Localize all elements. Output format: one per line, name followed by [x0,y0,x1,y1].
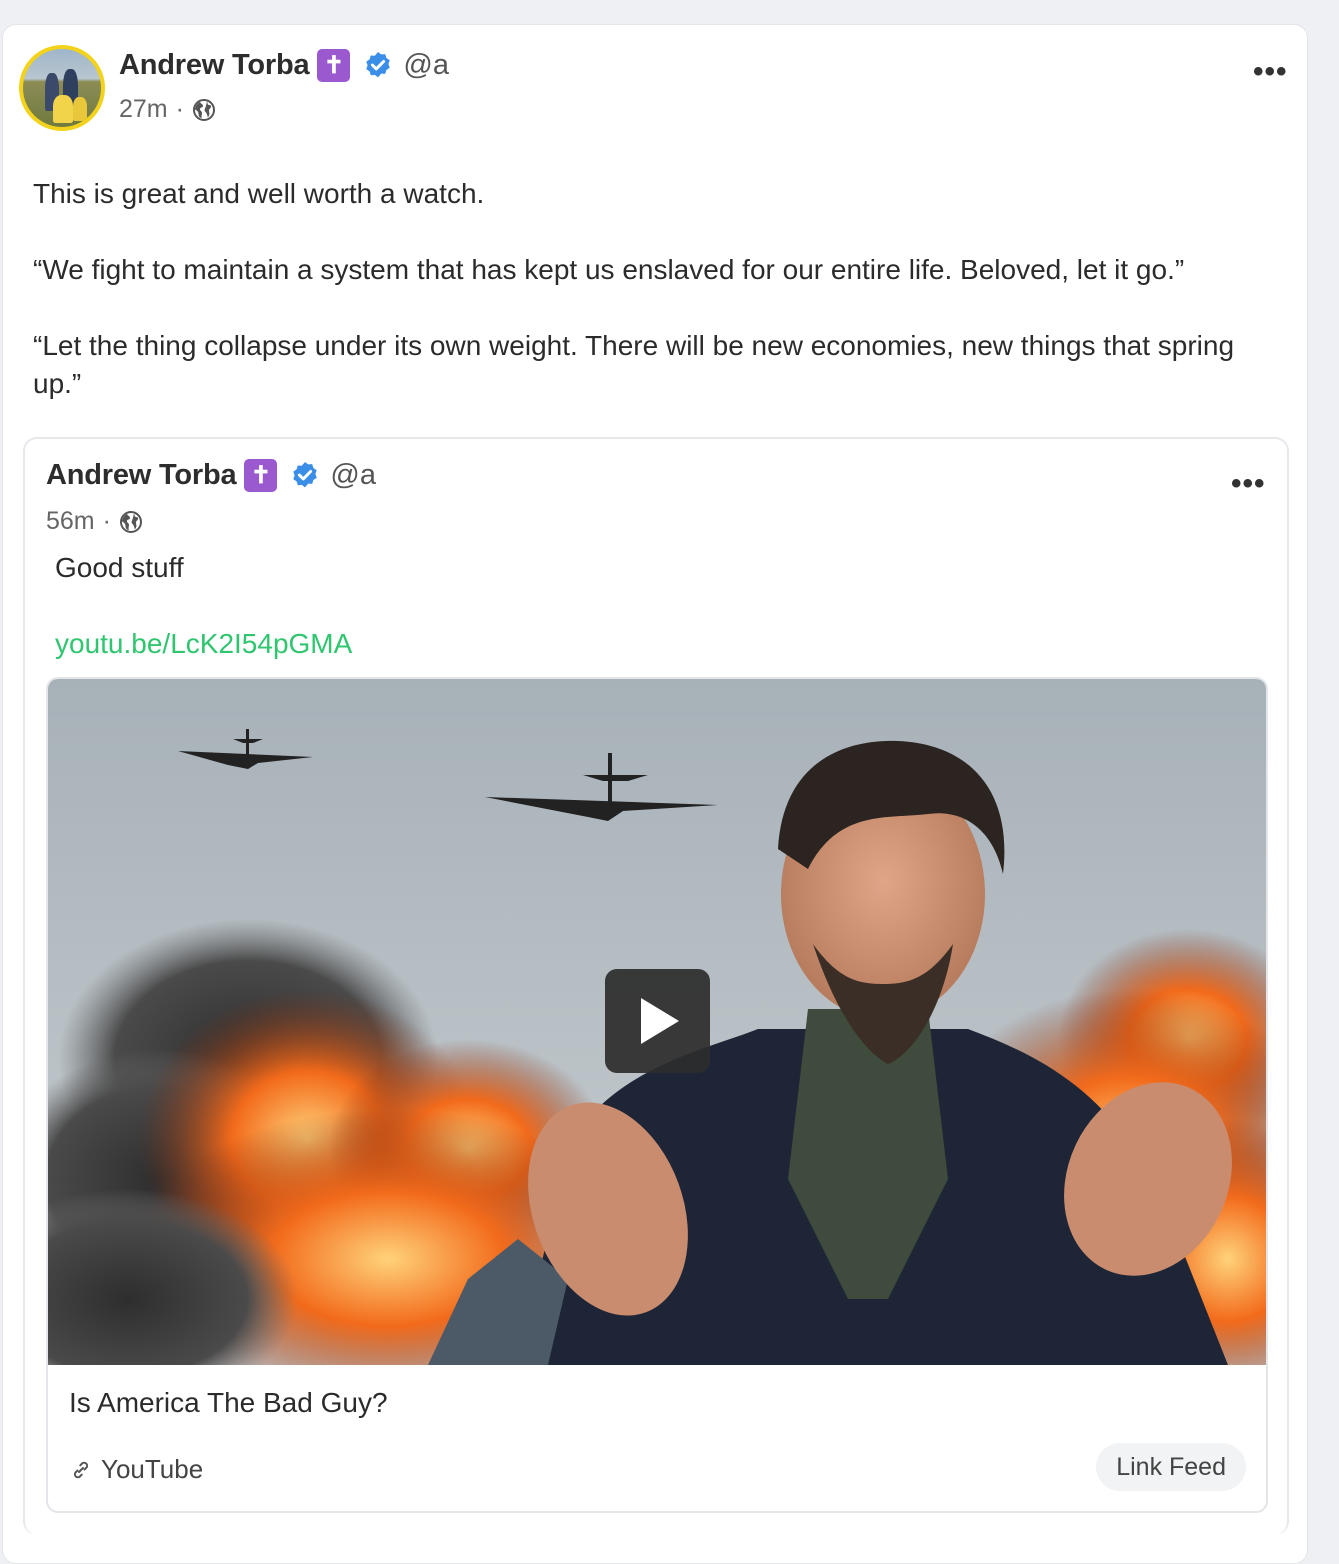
link-icon [73,1461,89,1478]
author-handle[interactable]: @a [403,49,449,82]
author-name[interactable]: Andrew Torba [119,49,310,82]
quote-header: Andrew Torba ✝ @a [46,459,376,492]
quote-link[interactable]: youtu.be/LcK2I54pGMA [55,628,352,660]
post-more-icon[interactable]: ••• [1253,57,1288,87]
post-paragraph: This is great and well worth a watch. [33,178,485,209]
quote-meta: 56m · [46,507,143,536]
avatar[interactable] [19,45,105,131]
post-paragraph: “We fight to maintain a system that has … [33,254,1185,285]
video-thumbnail[interactable] [48,679,1266,1365]
link-card-source: YouTube [69,1454,203,1485]
link-feed-button[interactable]: Link Feed [1096,1443,1246,1491]
meta-separator: · [102,507,111,535]
meta-separator: · [175,95,184,123]
globe-icon [119,510,142,533]
page-background-strip [1310,0,1339,1541]
quote-text: Good stuff [55,552,184,583]
post-meta: 27m · [119,95,216,124]
link-card-title[interactable]: Is America The Bad Guy? [69,1387,388,1419]
quote-author-name[interactable]: Andrew Torba [46,459,237,492]
post-body: This is great and well worth a watch. “W… [33,175,1283,441]
post-paragraph: “Let the thing collapse under its own we… [33,330,1235,399]
quote-author-handle[interactable]: @a [330,459,376,492]
cross-badge-icon: ✝ [317,49,351,82]
quote-more-icon[interactable]: ••• [1231,469,1266,499]
post-card: Andrew Torba ✝ @a 27m · ••• This is grea… [2,24,1308,1564]
play-icon[interactable] [605,969,710,1073]
verified-icon [366,51,391,77]
verified-icon [293,461,318,487]
globe-icon [192,98,215,121]
avatar-photo [23,49,101,127]
link-source-label: YouTube [101,1454,204,1484]
link-preview-card[interactable]: Is America The Bad Guy? YouTube Link Fee… [46,677,1268,1513]
post-header: Andrew Torba ✝ @a [119,49,449,82]
quoted-post[interactable]: Andrew Torba ✝ @a 56m · ••• Good stuff y… [23,437,1289,1535]
quote-time[interactable]: 56m [46,507,95,536]
post-time[interactable]: 27m [119,95,168,124]
cross-badge-icon: ✝ [244,459,278,492]
